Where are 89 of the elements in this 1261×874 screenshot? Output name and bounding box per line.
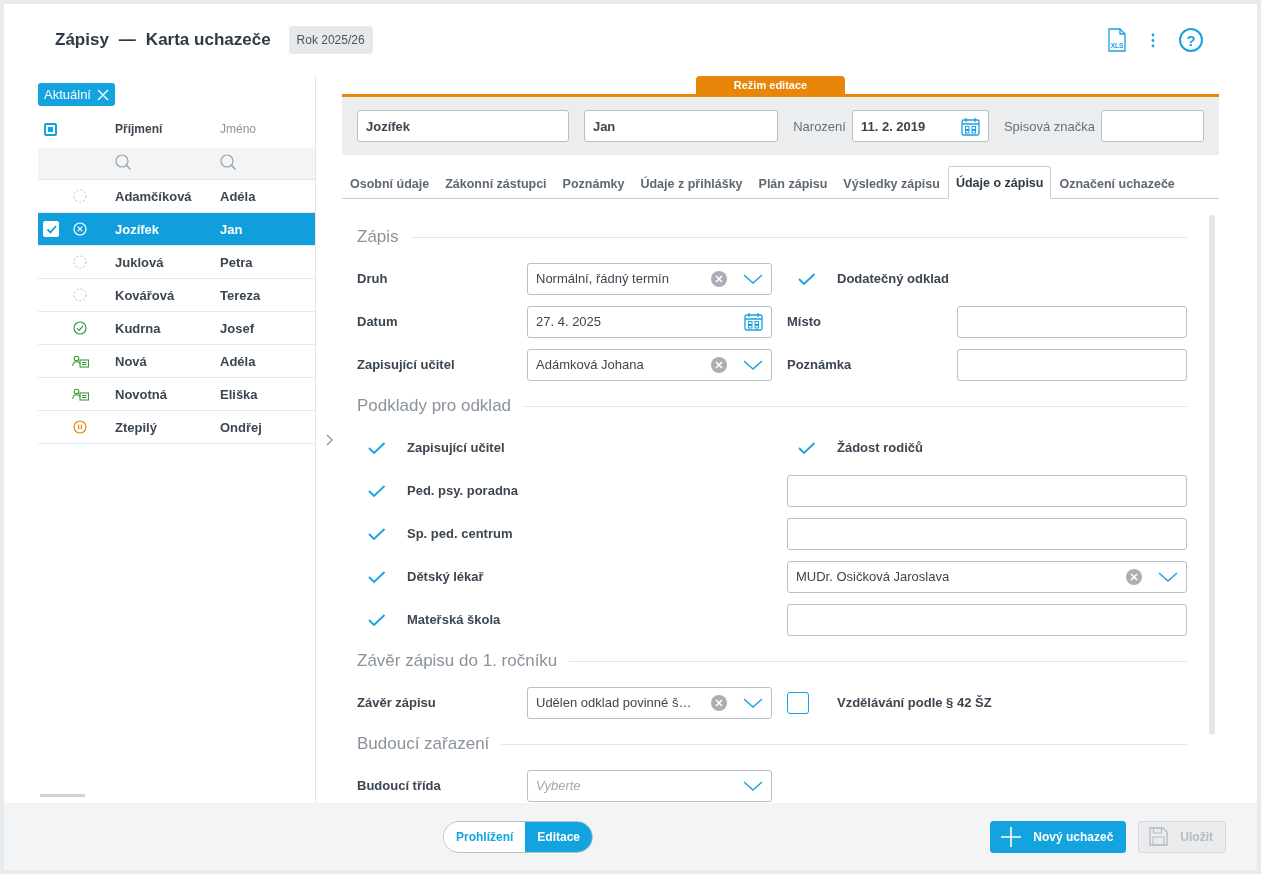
list-row[interactable]: Kovářová Tereza (38, 279, 315, 312)
field-label: Závěr zápisu (357, 695, 437, 710)
check-label: Ped. psy. poradna (407, 483, 518, 498)
dropdown-field[interactable]: Normální, řádný termín (527, 262, 772, 295)
surname-text: Ztepilý (114, 419, 158, 435)
dropdown-field[interactable]: Udělen odklad povinné š… (527, 686, 772, 719)
checkbox-label: Vzdělávání podle § 42 ŠZ (837, 695, 992, 710)
calendar-icon (744, 312, 763, 331)
section-title: Budoucí zařazení (357, 734, 490, 754)
surname-text: Nová (114, 353, 148, 369)
tab[interactable]: Výsledky zápisu (835, 167, 948, 199)
first-name-text: Tereza (220, 287, 262, 303)
search-icon (115, 154, 131, 170)
chevron-down-icon (743, 359, 763, 370)
chevron-down-icon (743, 273, 763, 284)
field-label: Narození (793, 118, 846, 134)
checkbox[interactable] (787, 691, 809, 714)
search-icon (220, 154, 236, 170)
text-field[interactable] (787, 517, 1187, 550)
file-number-field[interactable] (1101, 110, 1204, 142)
check-label: Mateřská škola (407, 612, 501, 627)
first-name-text: Josef (220, 320, 255, 336)
column-header: Jméno (220, 122, 258, 136)
resize-handle[interactable] (40, 794, 85, 797)
dropdown-field[interactable]: MUDr. Osičková Jaroslava (787, 560, 1187, 593)
first-name-field[interactable]: Jan (583, 110, 779, 142)
field-label: Zapisující učitel (357, 357, 456, 372)
check-label: Zapisující učitel (407, 440, 505, 455)
field-label: Druh (357, 271, 389, 286)
first-name-text: Adéla (220, 353, 257, 369)
chevron-down-icon (1158, 571, 1178, 582)
tab[interactable]: Osobní údaje (342, 167, 438, 199)
section-title: Zápis (357, 227, 399, 247)
field-label: Spisová značka (1003, 118, 1095, 134)
column-header: Příjmení (114, 122, 164, 136)
tab[interactable]: Plán zápisu (750, 167, 836, 199)
first-name-text: Ondřej (220, 419, 263, 435)
first-name-text: Eliška (220, 386, 259, 402)
section-title: Podklady pro odklad (357, 396, 512, 416)
expand-chevron-icon (325, 433, 333, 446)
list-row[interactable]: Novotná Eliška (38, 378, 315, 411)
tab[interactable]: Údaje o zápisu (947, 166, 1052, 199)
surname-field[interactable]: Jozífek (357, 110, 569, 142)
tab[interactable]: Údaje z přihlášky (632, 167, 751, 199)
scrollbar-thumb[interactable] (1209, 215, 1215, 735)
surname-text: Juklová (114, 254, 165, 270)
first-name-text: Jan (220, 221, 244, 237)
field-label: Budoucí třída (357, 778, 442, 793)
text-field[interactable] (787, 603, 1187, 636)
list-row[interactable]: Nová Adéla (38, 345, 315, 378)
surname-text: Novotná (114, 386, 168, 402)
check-label: Dětský lékař (407, 569, 484, 584)
field-label: Poznámka (787, 357, 853, 372)
field-label: Datum (357, 314, 399, 329)
select-all-checkbox[interactable] (44, 122, 57, 136)
section-title: Závěr zápisu do 1. ročníku (357, 651, 558, 671)
chevron-down-icon (743, 697, 763, 708)
surname-text: Kovářová (114, 287, 176, 303)
row-checkbox[interactable] (43, 221, 59, 237)
close-icon (97, 88, 109, 101)
first-name-text: Adéla (220, 188, 257, 204)
year-badge: Rok 2025/26 (288, 26, 373, 54)
check-label: Dodatečný odklad (837, 271, 949, 286)
check-label: Sp. ped. centrum (407, 526, 513, 541)
check-label: Žádost rodičů (837, 440, 923, 455)
birth-date-field[interactable]: 11. 2. 2019 (851, 110, 989, 142)
list-row[interactable]: Kudrna Josef (38, 312, 315, 345)
text-field[interactable] (957, 348, 1187, 381)
tab[interactable]: Zákonní zástupci (437, 167, 555, 199)
tab[interactable]: Poznámky (554, 167, 633, 199)
tab[interactable]: Označení uchazeče (1051, 167, 1183, 199)
page-title: Zápisy (55, 30, 109, 50)
field-label: Místo (787, 314, 822, 329)
chevron-down-icon (743, 780, 763, 791)
title-separator: — (118, 30, 136, 50)
surname-text: Adamčíková (114, 188, 193, 204)
list-row[interactable]: Juklová Petra (38, 246, 315, 279)
calendar-icon (960, 116, 980, 136)
list-row[interactable]: Ztepilý Ondřej (38, 411, 315, 444)
first-name-text: Petra (220, 254, 254, 270)
checkmark-icon (45, 224, 57, 234)
text-field[interactable] (957, 305, 1187, 338)
surname-text: Kudrna (114, 320, 162, 336)
plus-icon (1001, 826, 1022, 847)
date-field[interactable]: 27. 4. 2025 (527, 305, 772, 338)
page-subtitle: Karta uchazeče (145, 30, 271, 50)
text-field[interactable] (787, 474, 1187, 507)
surname-text: Jozífek (114, 221, 161, 237)
dropdown-field[interactable]: Adámková Johana (527, 348, 772, 381)
